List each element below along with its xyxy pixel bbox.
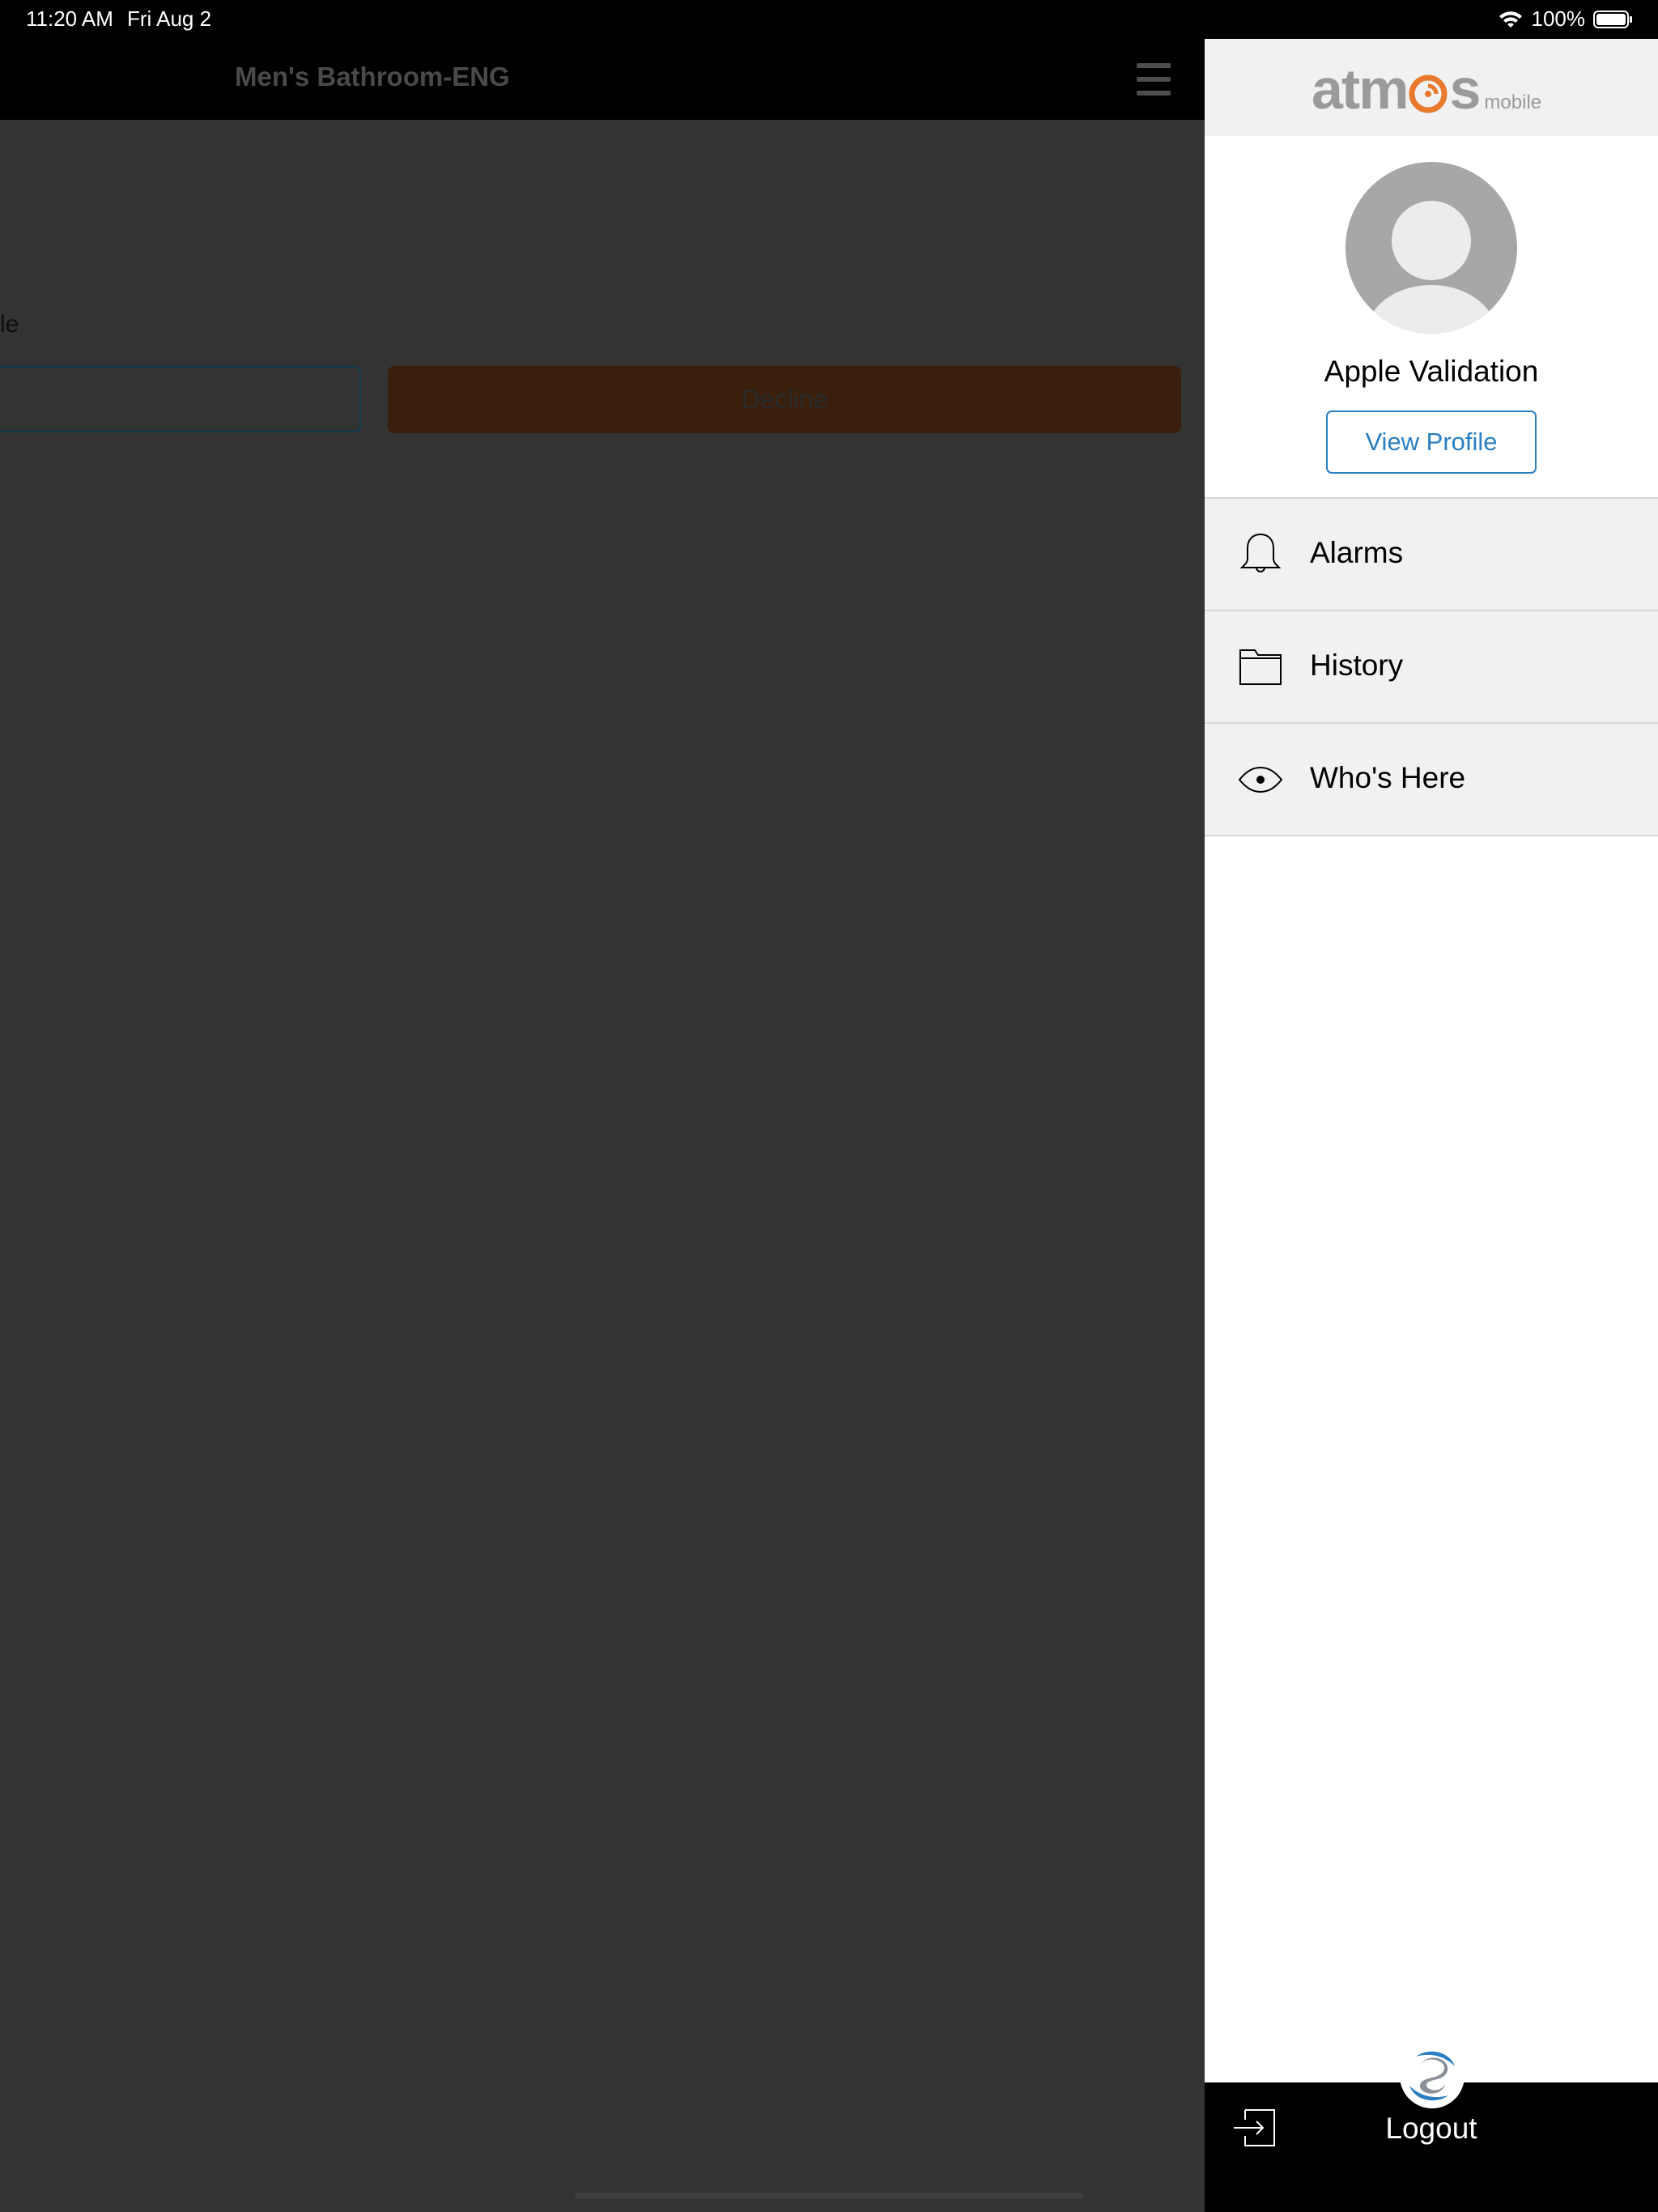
menu-label-alarms: Alarms xyxy=(1310,536,1404,569)
menu-label-history: History xyxy=(1310,649,1404,682)
partial-label: le xyxy=(0,311,19,338)
bell-icon xyxy=(1239,533,1282,572)
brand-badge xyxy=(1400,2044,1465,2108)
company-logo-icon xyxy=(1403,2047,1461,2105)
menu-item-whos-here[interactable]: Who's Here xyxy=(1205,722,1658,836)
decline-button[interactable]: Decline xyxy=(388,366,1181,433)
accept-button[interactable]: t xyxy=(0,366,361,432)
battery-percent: 100% xyxy=(1531,6,1586,31)
wifi-icon xyxy=(1499,11,1522,28)
battery-icon xyxy=(1593,10,1632,28)
drawer-menu: Alarms History Who's Here xyxy=(1205,497,1658,836)
logout-button[interactable]: Logout xyxy=(1205,2112,1658,2146)
background-app: Men's Bathroom-ENG le t Decline xyxy=(0,39,1205,2212)
status-bar: 11:20 AM Fri Aug 2 100% xyxy=(0,0,1658,39)
folder-icon xyxy=(1239,649,1282,685)
menu-item-alarms[interactable]: Alarms xyxy=(1205,497,1658,610)
hamburger-menu-icon[interactable] xyxy=(1137,63,1171,96)
eye-icon xyxy=(1238,766,1283,793)
status-date: Fri Aug 2 xyxy=(127,6,212,31)
app-nav-bar: Men's Bathroom-ENG xyxy=(0,39,1205,120)
drawer-header: atm s mobile xyxy=(1205,39,1658,136)
home-indicator[interactable] xyxy=(575,2193,1083,2199)
side-drawer: atm s mobile Apple Validation View Profi… xyxy=(1205,39,1658,2212)
view-profile-button[interactable]: View Profile xyxy=(1326,410,1537,474)
status-time: 11:20 AM xyxy=(26,6,113,31)
user-name: Apple Validation xyxy=(1324,355,1539,388)
atmos-logo: atm s mobile xyxy=(1312,57,1542,121)
menu-label-whos-here: Who's Here xyxy=(1310,761,1466,794)
status-indicators: 100% xyxy=(1498,6,1635,32)
atmos-swirl-icon xyxy=(1409,74,1448,113)
app-title: Men's Bathroom-ENG xyxy=(235,62,510,91)
avatar[interactable] xyxy=(1346,162,1517,334)
menu-item-history[interactable]: History xyxy=(1205,610,1658,722)
